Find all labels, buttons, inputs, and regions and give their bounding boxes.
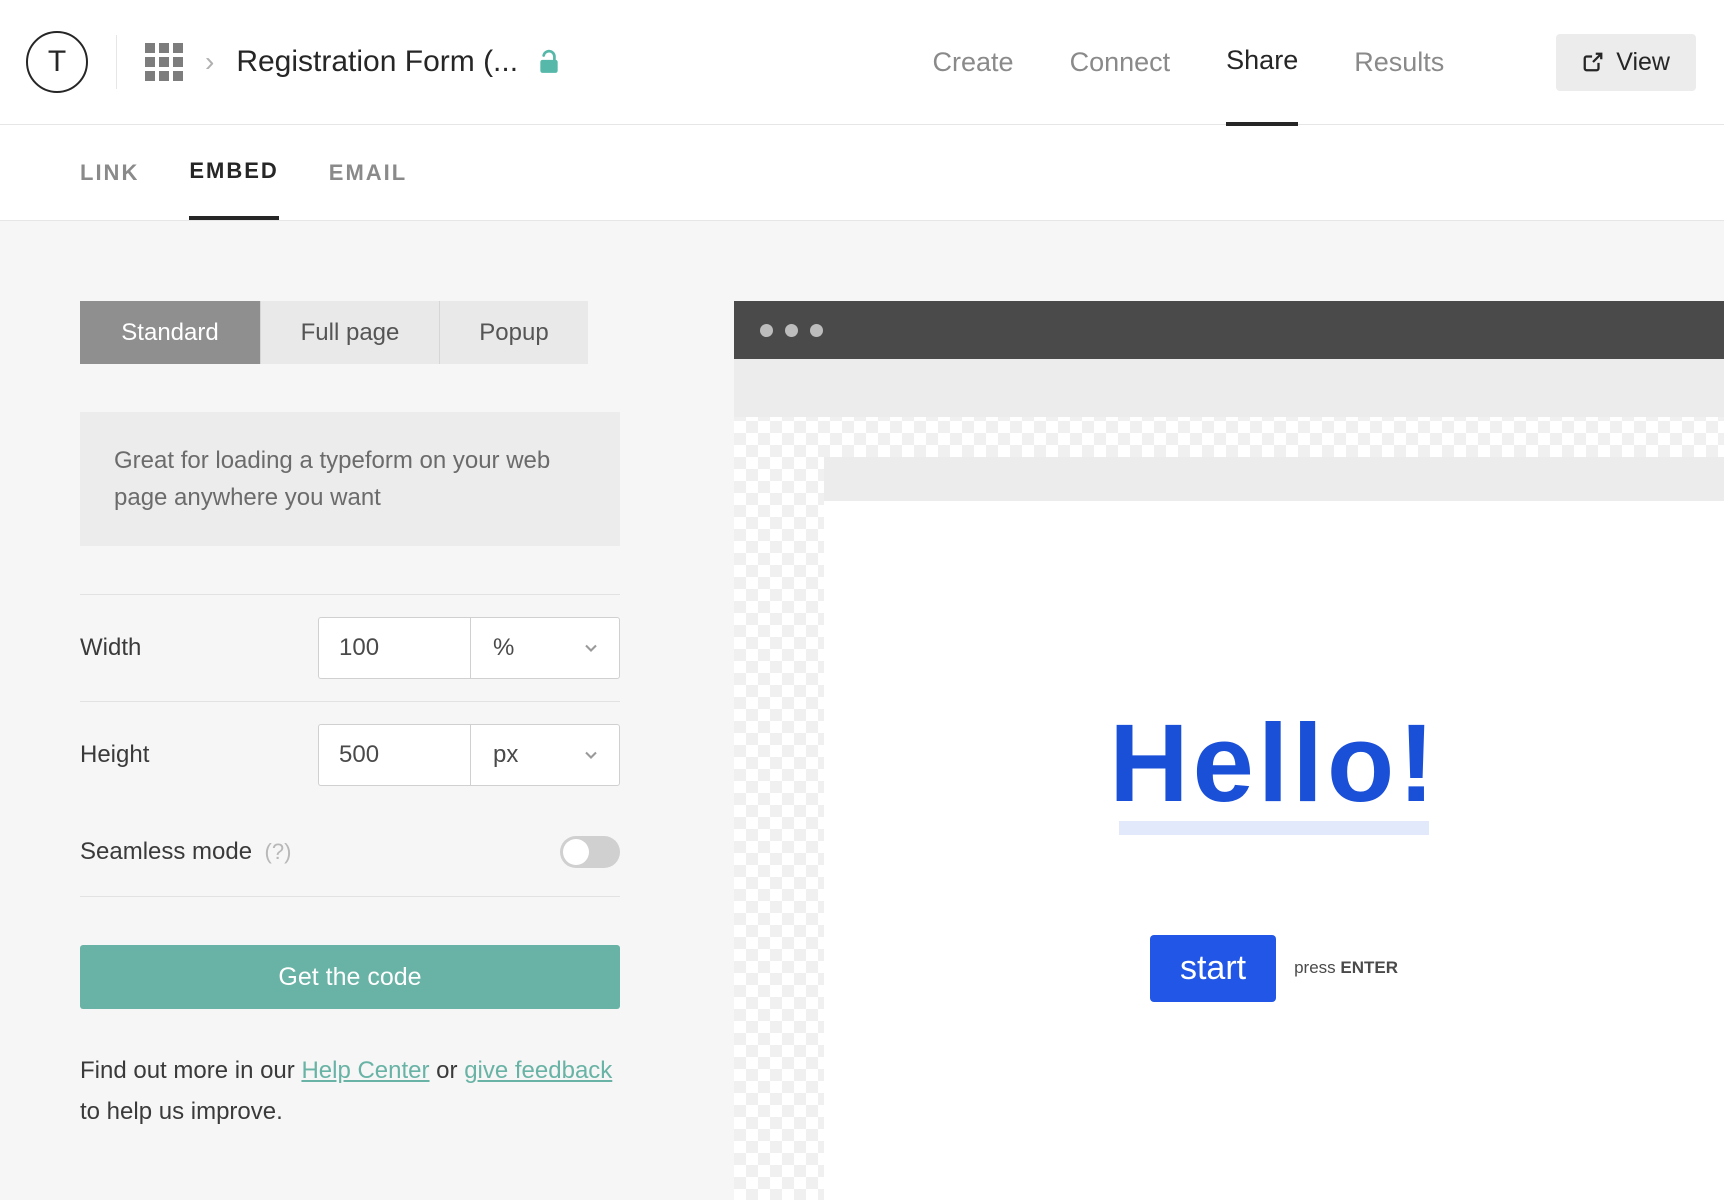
embed-type-popup[interactable]: Popup <box>440 301 588 364</box>
embed-type-standard[interactable]: Standard <box>80 301 260 364</box>
preview-canvas: Hello! start press ENTER <box>824 501 1724 1200</box>
seamless-row: Seamless mode (?) <box>80 808 620 897</box>
share-subtabs: LINK EMBED EMAIL <box>0 125 1724 221</box>
view-button-label: View <box>1616 48 1670 77</box>
subtab-embed[interactable]: EMBED <box>189 158 278 220</box>
main-nav: Create Connect Share Results View <box>933 34 1696 91</box>
width-unit-value: % <box>493 634 514 662</box>
height-label: Height <box>80 741 149 769</box>
help-center-link[interactable]: Help Center <box>301 1057 429 1084</box>
external-link-icon <box>1582 51 1604 73</box>
preview-greeting-underline <box>1119 821 1429 835</box>
embed-description: Great for loading a typeform on your web… <box>80 412 620 546</box>
nav-connect[interactable]: Connect <box>1070 47 1171 124</box>
preview-start-button[interactable]: start <box>1150 935 1276 1002</box>
get-code-button[interactable]: Get the code <box>80 945 620 1009</box>
give-feedback-link[interactable]: give feedback <box>464 1057 612 1084</box>
chevron-right-icon: › <box>205 46 214 78</box>
seamless-help-icon[interactable]: (?) <box>265 839 292 864</box>
help-text: Find out more in our Help Center or give… <box>80 1051 620 1133</box>
nav-share[interactable]: Share <box>1226 45 1298 126</box>
height-input[interactable] <box>318 724 470 786</box>
seamless-label: Seamless mode <box>80 838 252 865</box>
preview-browser-chrome <box>734 301 1724 359</box>
avatar[interactable]: T <box>26 31 88 93</box>
preview-browser: Hello! start press ENTER <box>734 301 1724 1200</box>
seamless-toggle[interactable] <box>560 836 620 868</box>
preview-press-hint: press ENTER <box>1294 958 1398 978</box>
chevron-down-icon <box>581 638 601 658</box>
subtab-email[interactable]: EMAIL <box>329 160 407 218</box>
preview-browser-urlbar <box>824 457 1724 507</box>
form-title[interactable]: Registration Form (... <box>236 45 518 79</box>
nav-create[interactable]: Create <box>933 47 1014 124</box>
nav-results[interactable]: Results <box>1354 47 1444 124</box>
width-unit-select[interactable]: % <box>470 617 620 679</box>
height-row: Height px <box>80 701 620 808</box>
preview-browser-urlbg <box>734 359 1724 417</box>
embed-type-tabs: Standard Full page Popup <box>80 301 620 364</box>
width-input[interactable] <box>318 617 470 679</box>
divider <box>116 35 117 89</box>
height-unit-value: px <box>493 741 518 769</box>
unlock-icon[interactable] <box>536 47 562 77</box>
preview-greeting: Hello! <box>1109 700 1439 827</box>
width-label: Width <box>80 634 141 662</box>
height-unit-select[interactable]: px <box>470 724 620 786</box>
width-row: Width % <box>80 594 620 701</box>
chevron-down-icon <box>581 745 601 765</box>
subtab-link[interactable]: LINK <box>80 160 139 218</box>
view-button[interactable]: View <box>1556 34 1696 91</box>
embed-type-full-page[interactable]: Full page <box>260 301 440 364</box>
apps-grid-icon[interactable] <box>145 43 183 81</box>
